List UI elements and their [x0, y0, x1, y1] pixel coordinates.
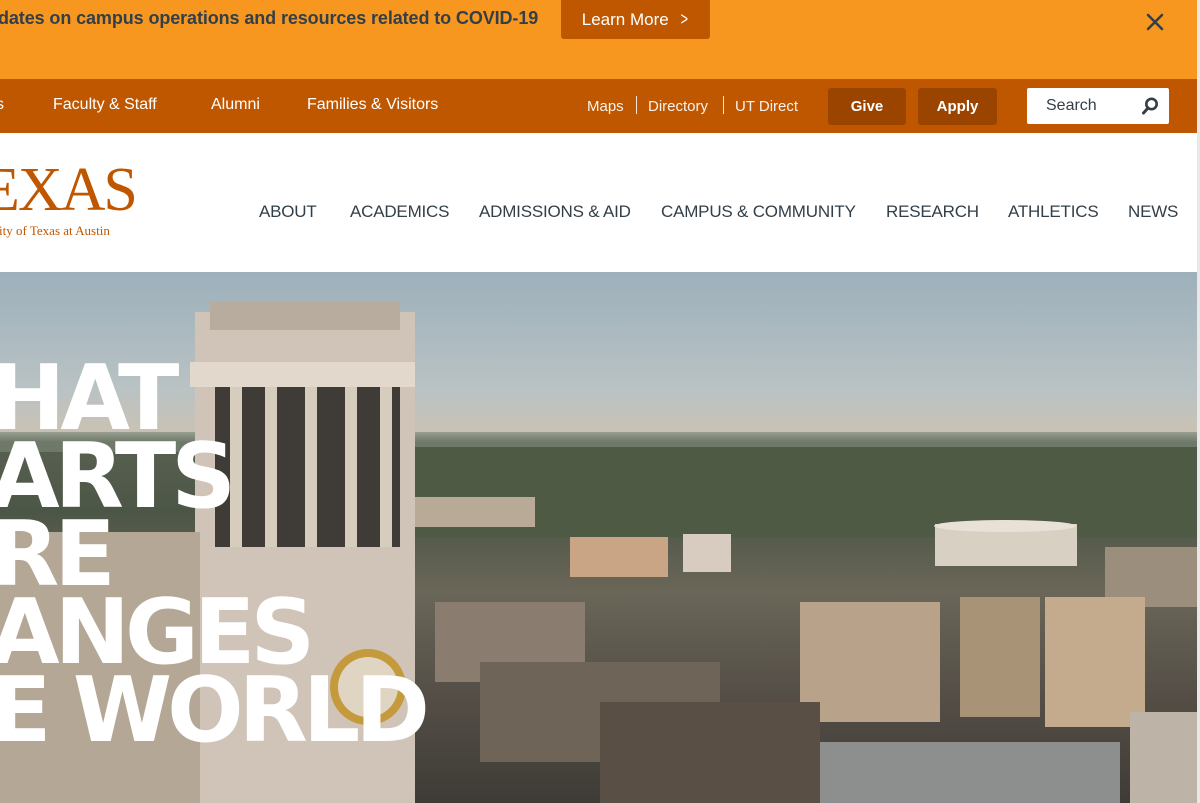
- main-nav: EXAS sity of Texas at Austin ABOUT ACADE…: [0, 133, 1197, 272]
- audience-link-faculty-staff[interactable]: Faculty & Staff: [53, 96, 157, 114]
- nav-admissions-aid[interactable]: ADMISSIONS & AID: [479, 202, 631, 222]
- audience-link-students[interactable]: s: [0, 96, 4, 114]
- search-input[interactable]: Search: [1027, 88, 1169, 124]
- learn-more-button[interactable]: Learn More >: [561, 0, 710, 39]
- link-divider: [636, 96, 637, 114]
- utility-nav: s Faculty & Staff Alumni Families & Visi…: [0, 79, 1197, 133]
- audience-link-alumni[interactable]: Alumni: [211, 96, 260, 114]
- alert-message: dates on campus operations and resources…: [0, 8, 539, 28]
- nav-campus-community[interactable]: CAMPUS & COMMUNITY: [661, 202, 856, 222]
- learn-more-label: Learn More: [581, 9, 669, 29]
- link-divider: [723, 96, 724, 114]
- nav-news[interactable]: NEWS: [1128, 202, 1178, 222]
- give-button[interactable]: Give: [828, 88, 906, 125]
- covid-alert-banner: dates on campus operations and resources…: [0, 0, 1197, 79]
- apply-button[interactable]: Apply: [918, 88, 997, 125]
- close-icon[interactable]: [1143, 10, 1167, 34]
- maps-link[interactable]: Maps: [587, 98, 624, 115]
- search-label: Search: [1046, 97, 1097, 114]
- directory-link[interactable]: Directory: [648, 98, 708, 115]
- search-icon[interactable]: [1140, 96, 1160, 116]
- hero-headline-line: E WORLD: [0, 658, 430, 763]
- audience-link-families-visitors[interactable]: Families & Visitors: [307, 96, 438, 114]
- texas-wordmark-logo[interactable]: EXAS: [0, 159, 138, 221]
- nav-academics[interactable]: ACADEMICS: [350, 202, 449, 222]
- nav-athletics[interactable]: ATHLETICS: [1008, 202, 1099, 222]
- hero-video: HAT ARTS RE ANGES E WORLD: [0, 272, 1200, 803]
- ut-direct-link[interactable]: UT Direct: [735, 98, 798, 115]
- university-subtitle: sity of Texas at Austin: [0, 223, 110, 238]
- nav-research[interactable]: RESEARCH: [886, 202, 979, 222]
- chevron-right-icon: >: [680, 9, 688, 29]
- nav-about[interactable]: ABOUT: [259, 202, 317, 222]
